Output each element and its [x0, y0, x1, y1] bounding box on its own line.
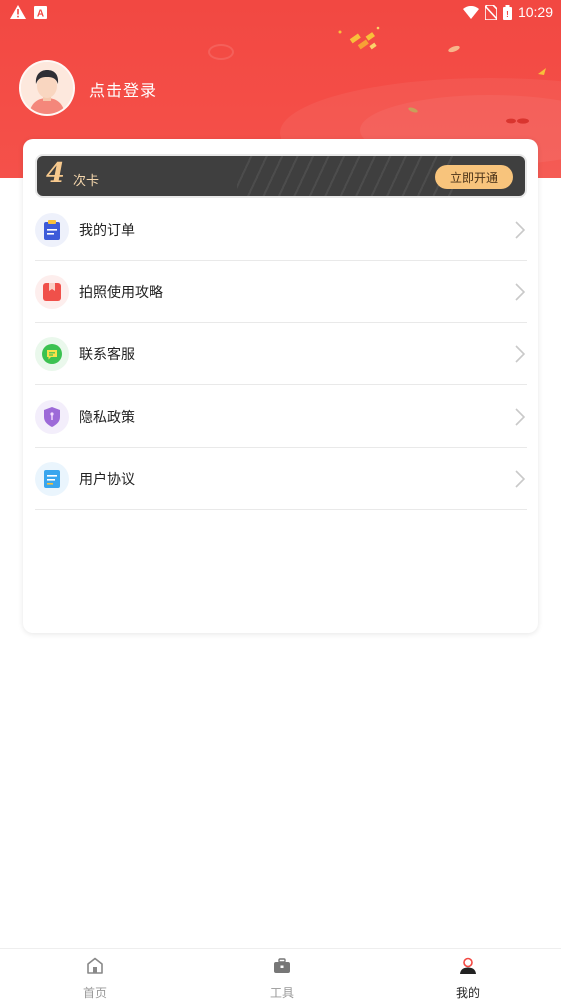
shield-privacy-icon: [35, 399, 69, 434]
menu-item-customer-service[interactable]: 联系客服: [35, 323, 527, 385]
leaf-icon: [408, 107, 418, 113]
leaf-icon: [448, 45, 460, 53]
login-link[interactable]: 点击登录: [89, 77, 157, 101]
app-a-icon: A: [34, 5, 47, 19]
vip-card-pattern: [237, 156, 457, 196]
vip-count: 4: [46, 158, 65, 189]
no-sim-icon: [484, 4, 497, 20]
tab-tools[interactable]: 工具: [242, 949, 322, 999]
header-decoration: [208, 44, 234, 60]
status-bar: A ! 10:29: [0, 0, 561, 24]
order-clipboard-icon: [35, 212, 69, 247]
tab-home[interactable]: 首页: [55, 949, 135, 999]
home-icon: [87, 957, 103, 974]
guide-bookmark-icon: [35, 274, 69, 309]
vip-unit: 次卡: [73, 174, 100, 189]
toolbox-icon: [274, 958, 290, 973]
avatar[interactable]: [19, 60, 75, 116]
status-time: 10:29: [517, 4, 553, 20]
leaf-icon: [506, 118, 529, 124]
svg-text:A: A: [37, 8, 44, 19]
chat-support-icon: [35, 336, 69, 371]
chevron-right-icon: [515, 470, 525, 488]
activate-button[interactable]: 立即开通: [435, 165, 513, 189]
warning-icon: [10, 5, 26, 19]
chevron-right-icon: [515, 221, 525, 239]
chevron-right-icon: [515, 345, 525, 363]
menu-item-orders[interactable]: 我的订单: [35, 199, 527, 261]
tab-mine[interactable]: 我的: [428, 949, 508, 999]
menu-label: 隐私政策: [79, 409, 135, 426]
battery-icon: !: [502, 4, 512, 20]
chevron-right-icon: [515, 408, 525, 426]
tab-label: 首页: [82, 986, 107, 999]
chevron-right-icon: [515, 283, 525, 301]
tab-label: 工具: [269, 986, 294, 999]
wifi-icon: [462, 5, 479, 19]
menu-label: 联系客服: [79, 346, 135, 363]
user-avatar-icon: [21, 62, 73, 114]
menu-label: 拍照使用攻略: [79, 284, 163, 301]
tab-label: 我的: [455, 986, 480, 999]
confetti-icon: [338, 26, 380, 50]
menu-item-privacy-policy[interactable]: 隐私政策: [35, 386, 527, 448]
menu-item-user-agreement[interactable]: 用户协议: [35, 448, 527, 510]
menu-label: 用户协议: [79, 471, 135, 488]
leaf-icon: [538, 68, 546, 75]
vip-card[interactable]: 4 次卡 立即开通: [35, 154, 527, 198]
menu-label: 我的订单: [79, 222, 135, 239]
menu-item-photo-guide[interactable]: 拍照使用攻略: [35, 261, 527, 323]
document-agreement-icon: [35, 461, 69, 496]
profile-icon: [460, 957, 476, 974]
bottom-tab-bar: 首页 工具 我的: [0, 948, 561, 999]
svg-text:!: !: [506, 10, 509, 19]
